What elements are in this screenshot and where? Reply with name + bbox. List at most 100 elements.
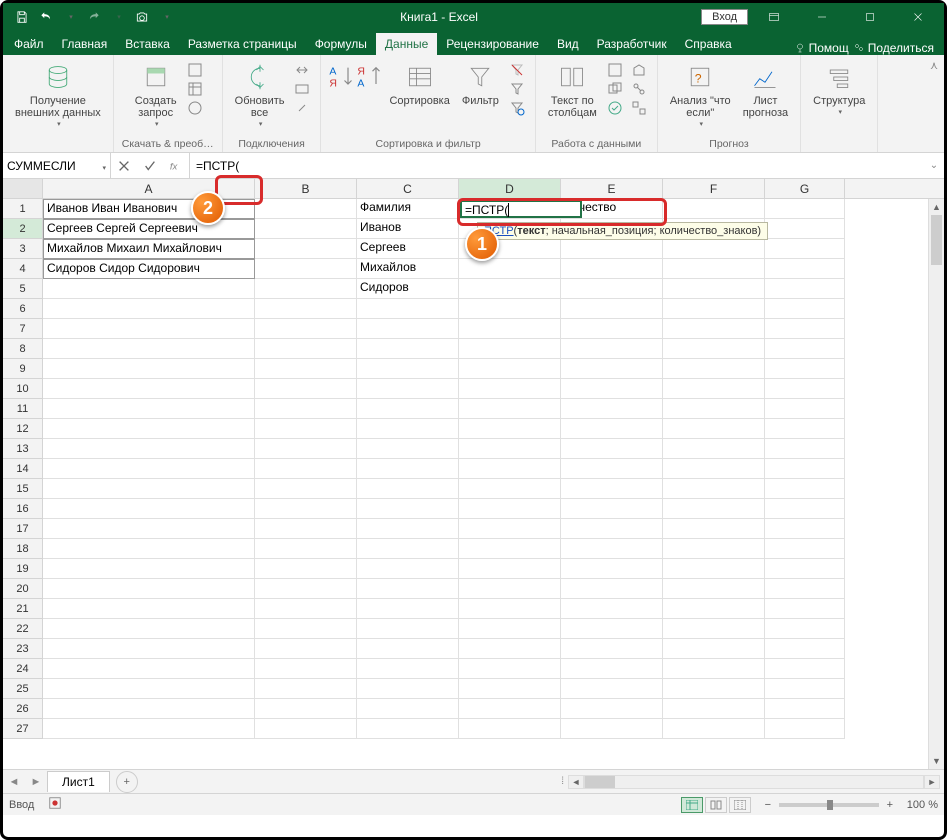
tab-pagelayout[interactable]: Разметка страницы	[179, 33, 306, 55]
cell[interactable]	[255, 299, 357, 319]
cell[interactable]	[43, 479, 255, 499]
cell[interactable]	[357, 519, 459, 539]
cell[interactable]	[43, 599, 255, 619]
hscroll-thumb[interactable]	[585, 776, 615, 788]
name-box[interactable]	[3, 153, 111, 178]
col-header-G[interactable]: G	[765, 179, 845, 198]
row-header[interactable]: 13	[3, 439, 43, 459]
minimize-icon[interactable]	[800, 3, 844, 31]
cell[interactable]	[561, 459, 663, 479]
cell[interactable]	[663, 499, 765, 519]
cell[interactable]	[561, 679, 663, 699]
cell[interactable]	[43, 419, 255, 439]
cell[interactable]	[459, 259, 561, 279]
cell[interactable]	[663, 559, 765, 579]
cell[interactable]	[459, 519, 561, 539]
cell[interactable]	[43, 699, 255, 719]
signin-button[interactable]: Вход	[701, 9, 748, 25]
manage-data-model-button[interactable]	[629, 99, 649, 117]
sort-az-button[interactable]: АЯ	[329, 59, 353, 117]
cell[interactable]	[357, 679, 459, 699]
cell[interactable]	[357, 419, 459, 439]
cell[interactable]	[765, 679, 845, 699]
row-header[interactable]: 5	[3, 279, 43, 299]
cell[interactable]	[43, 499, 255, 519]
cell[interactable]	[663, 299, 765, 319]
col-header-C[interactable]: C	[357, 179, 459, 198]
cell[interactable]	[765, 199, 845, 219]
cell[interactable]	[43, 399, 255, 419]
cell[interactable]	[255, 599, 357, 619]
cell[interactable]	[357, 559, 459, 579]
cell[interactable]	[357, 619, 459, 639]
new-sheet-button[interactable]: +	[116, 771, 138, 793]
cell[interactable]	[663, 399, 765, 419]
cell[interactable]	[765, 479, 845, 499]
collapse-ribbon-icon[interactable]: ⋏	[924, 55, 944, 152]
refresh-all-button[interactable]: Обновить все	[231, 59, 289, 131]
cell[interactable]	[561, 499, 663, 519]
cell[interactable]	[459, 619, 561, 639]
redo-icon[interactable]	[83, 6, 105, 28]
cell[interactable]	[459, 639, 561, 659]
cell[interactable]	[43, 439, 255, 459]
cell[interactable]	[43, 579, 255, 599]
sheet-tab[interactable]: Лист1	[47, 771, 110, 792]
cell[interactable]	[765, 579, 845, 599]
cell[interactable]	[765, 539, 845, 559]
cell[interactable]	[43, 359, 255, 379]
cell[interactable]	[765, 719, 845, 739]
cell[interactable]	[663, 679, 765, 699]
cell[interactable]	[459, 339, 561, 359]
tab-review[interactable]: Рецензирование	[437, 33, 548, 55]
cell[interactable]	[765, 519, 845, 539]
cell[interactable]	[255, 359, 357, 379]
cell[interactable]	[561, 619, 663, 639]
properties-button[interactable]	[292, 80, 312, 98]
row-header[interactable]: 22	[3, 619, 43, 639]
row-header[interactable]: 12	[3, 419, 43, 439]
cell[interactable]	[561, 479, 663, 499]
cell[interactable]	[663, 639, 765, 659]
row-header[interactable]: 24	[3, 659, 43, 679]
cell[interactable]: Михайлов	[357, 259, 459, 279]
tab-view[interactable]: Вид	[548, 33, 588, 55]
undo-icon[interactable]	[35, 6, 57, 28]
cell[interactable]	[357, 399, 459, 419]
cell[interactable]	[765, 659, 845, 679]
name-box-input[interactable]	[7, 159, 87, 173]
sort-za-button[interactable]: ЯА	[357, 59, 381, 117]
cell[interactable]	[459, 319, 561, 339]
cell[interactable]	[459, 679, 561, 699]
cell[interactable]	[43, 719, 255, 739]
col-header-D[interactable]: D	[459, 179, 561, 198]
row-header[interactable]: 14	[3, 459, 43, 479]
row-header[interactable]: 17	[3, 519, 43, 539]
cell[interactable]	[357, 299, 459, 319]
cell[interactable]	[357, 719, 459, 739]
cell[interactable]	[663, 619, 765, 639]
cell[interactable]	[561, 519, 663, 539]
cell[interactable]	[43, 619, 255, 639]
cell[interactable]	[357, 579, 459, 599]
tab-data[interactable]: Данные	[376, 33, 437, 55]
cell[interactable]	[561, 699, 663, 719]
cell[interactable]	[459, 379, 561, 399]
text-to-columns-button[interactable]: Текст по столбцам	[544, 59, 601, 121]
cell[interactable]	[43, 339, 255, 359]
insert-function-icon[interactable]: fx	[163, 159, 189, 173]
cell[interactable]	[663, 259, 765, 279]
cell[interactable]	[255, 239, 357, 259]
cell[interactable]	[561, 639, 663, 659]
cell[interactable]	[663, 659, 765, 679]
cell[interactable]	[561, 379, 663, 399]
cell[interactable]	[43, 379, 255, 399]
whatif-button[interactable]: ? Анализ "что если"	[666, 59, 735, 131]
scroll-up-icon[interactable]: ▲	[929, 199, 944, 215]
cell[interactable]	[255, 259, 357, 279]
tab-formulas[interactable]: Формулы	[306, 33, 376, 55]
consolidate-button[interactable]	[629, 61, 649, 79]
cell[interactable]	[255, 279, 357, 299]
formula-input[interactable]	[190, 153, 924, 178]
cell[interactable]	[561, 559, 663, 579]
